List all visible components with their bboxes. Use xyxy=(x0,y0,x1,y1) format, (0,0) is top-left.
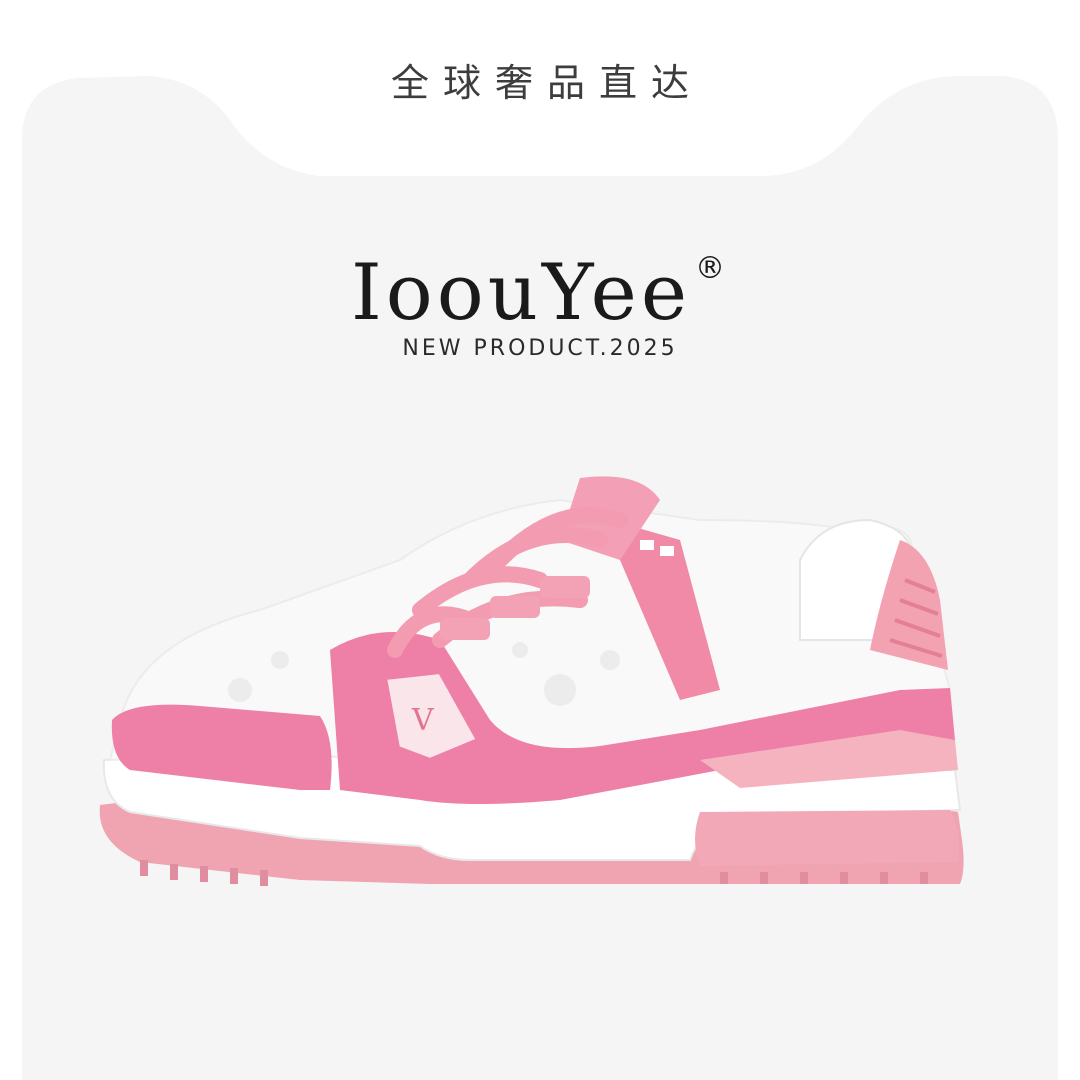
strap-eyelet xyxy=(640,540,654,550)
sneaker-image: V xyxy=(99,476,964,886)
ad-canvas: 全球奢品直达 IoouYee ® NEW PRODUCT.2025 V xyxy=(0,0,1080,1080)
strap-eyelet xyxy=(660,546,674,556)
v-logo-mark: V xyxy=(411,703,435,738)
heel-sole-block xyxy=(695,810,959,866)
